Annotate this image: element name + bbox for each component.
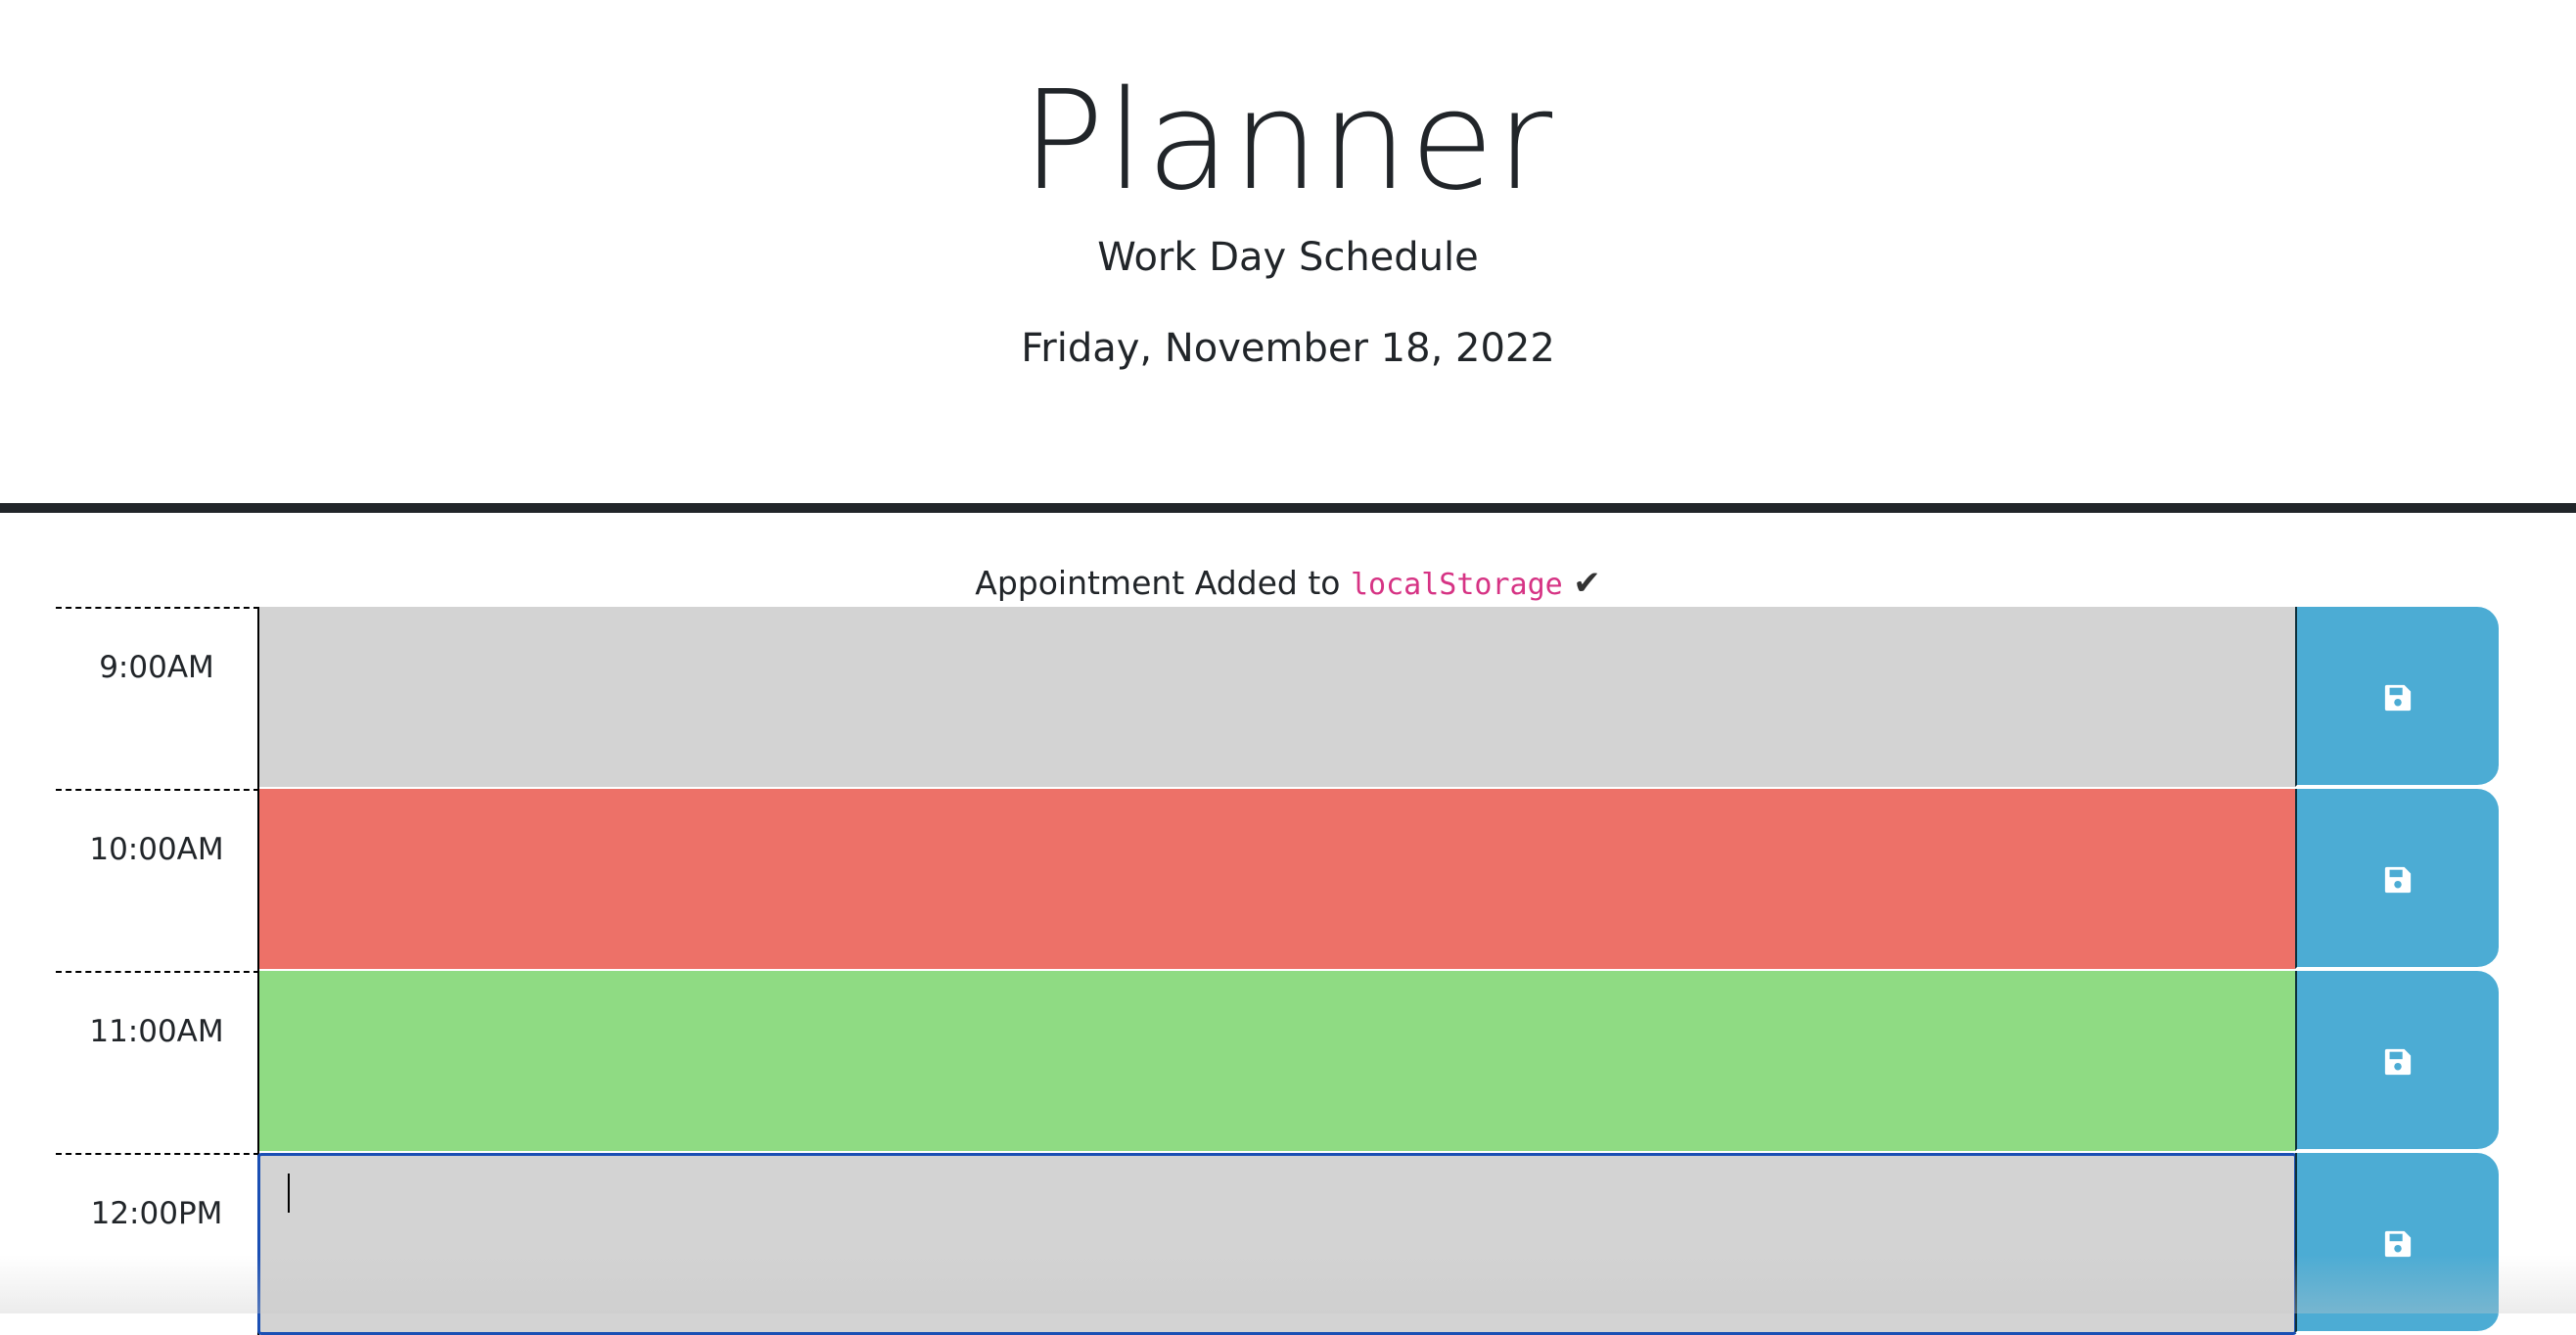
page-header: Planner Work Day Schedule Friday, Novemb…: [0, 0, 2576, 513]
time-block-row: 10:00AM: [56, 789, 2499, 971]
save-button[interactable]: [2295, 971, 2499, 1151]
save-button[interactable]: [2295, 1153, 2499, 1333]
checkmark-icon: ✔: [1573, 564, 1601, 603]
save-button[interactable]: [2295, 789, 2499, 969]
hour-label: 9:00AM: [56, 607, 259, 789]
description-input[interactable]: [259, 789, 2295, 971]
hour-label: 12:00PM: [56, 1153, 259, 1335]
description-input[interactable]: [257, 1153, 2297, 1335]
save-notice: Appointment Added to localStorage ✔: [0, 560, 2576, 609]
save-notice-code: localStorage: [1351, 568, 1563, 602]
save-icon: [2383, 865, 2413, 895]
description-input[interactable]: [259, 971, 2295, 1153]
text-caret: [288, 1174, 290, 1213]
hour-label: 11:00AM: [56, 971, 259, 1153]
save-button[interactable]: [2295, 607, 2499, 787]
page-subtitle: Work Day Schedule: [0, 230, 2576, 285]
time-block-row: 12:00PM: [56, 1153, 2499, 1335]
page-title: Planner: [0, 59, 2576, 225]
time-block-row: 9:00AM: [56, 607, 2499, 789]
save-notice-text: Appointment Added to: [975, 564, 1351, 602]
save-icon: [2383, 683, 2413, 713]
save-icon: [2383, 1229, 2413, 1259]
save-icon: [2383, 1047, 2413, 1077]
time-block-row: 11:00AM: [56, 971, 2499, 1153]
hour-label: 10:00AM: [56, 789, 259, 971]
current-date: Friday, November 18, 2022: [0, 321, 2576, 376]
description-input[interactable]: [259, 607, 2295, 789]
